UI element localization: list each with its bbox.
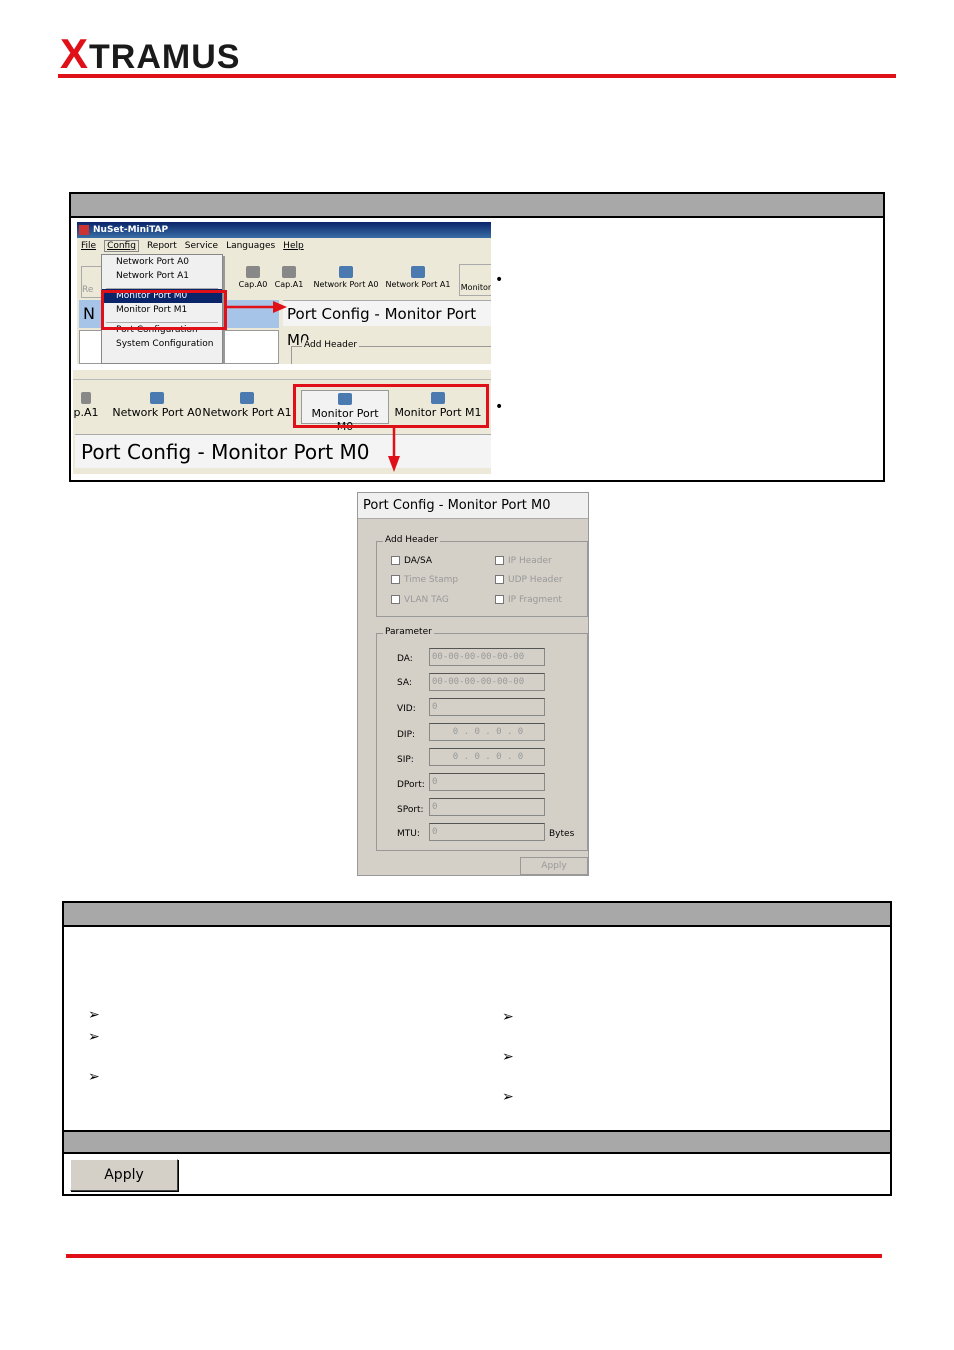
xtramus-logo: XTRAMUS: [60, 30, 241, 77]
checkbox-vlan-tag[interactable]: VLAN TAG: [391, 595, 449, 605]
input-sport[interactable]: 0: [429, 798, 545, 816]
section-box-2-subheader: [64, 1130, 890, 1154]
checkbox-ip-fragment[interactable]: IP Fragment: [495, 595, 562, 605]
parameter-group: Parameter DA: 00-00-00-00-00-00 SA: 00-0…: [376, 627, 588, 851]
red-arrow-right: [225, 301, 287, 313]
toolbar-cap-a1[interactable]: Cap.A1: [271, 266, 307, 296]
toolbar-monitor[interactable]: Monitor: [459, 264, 491, 296]
bullet-arrow-4: ➢: [502, 1009, 514, 1025]
label-da: DA:: [397, 654, 413, 664]
bullet-arrow-5: ➢: [502, 1049, 514, 1065]
input-sa[interactable]: 00-00-00-00-00-00: [429, 673, 545, 691]
label-sip: SIP:: [397, 755, 414, 765]
app-screenshot-toolbar: p.A1 Network Port A0 Network Port A1 Mon…: [73, 370, 491, 474]
section-box-1-header: [71, 194, 883, 218]
add-header-group: Add Header DA/SA IP Header Time Stamp UD…: [376, 535, 588, 617]
menu-report[interactable]: Report: [147, 241, 177, 251]
toolbar-network-port-a1[interactable]: Network Port A1: [383, 266, 453, 296]
label-dip: DIP:: [397, 730, 416, 740]
label-dport: DPort:: [397, 780, 425, 790]
dropdown-system-configuration[interactable]: System Configuration: [102, 337, 222, 351]
highlight-box-toolbar: [293, 384, 489, 428]
port-config-panel: Port Config - Monitor Port M0 Add Header…: [357, 492, 589, 876]
bullet-2: •: [495, 399, 504, 415]
footer-rule: [66, 1254, 882, 1258]
input-dip[interactable]: 0 . 0 . 0 . 0: [429, 723, 545, 741]
label-mtu: MTU:: [397, 829, 420, 839]
network-port-icon: [339, 266, 353, 278]
network-port-icon: [240, 392, 254, 404]
bytes-label: Bytes: [549, 829, 575, 839]
section-box-2: ➢ ➢ ➢ ➢ ➢ ➢ Apply: [62, 901, 892, 1196]
checkbox-udp-header[interactable]: UDP Header: [495, 575, 563, 585]
apply-button[interactable]: Apply: [70, 1159, 178, 1191]
network-port-icon: [150, 392, 164, 404]
menu-file[interactable]: File: [81, 241, 96, 251]
checkbox-time-stamp[interactable]: Time Stamp: [391, 575, 458, 585]
menu-help[interactable]: Help: [283, 241, 304, 251]
checkbox-ip-header[interactable]: IP Header: [495, 556, 552, 566]
capture-icon: [81, 392, 91, 404]
input-sip[interactable]: 0 . 0 . 0 . 0: [429, 748, 545, 766]
bullet-arrow-6: ➢: [502, 1089, 514, 1105]
bullet-arrow-1: ➢: [88, 1007, 100, 1023]
input-da[interactable]: 00-00-00-00-00-00: [429, 648, 545, 666]
header-rule: [58, 74, 896, 78]
app-screenshot-menu: NuSet-MiniTAP File Config Report Service Lan…: [77, 222, 491, 364]
toolbar-cap-a0[interactable]: Cap.A0: [233, 266, 273, 296]
red-arrow-down: [388, 428, 400, 472]
port-config-title-small: Port Config - Monitor Port M0: [283, 300, 491, 349]
capture-icon: [282, 266, 296, 278]
section-box-2-header: [64, 903, 890, 927]
menu-languages[interactable]: Languages: [226, 241, 275, 251]
dropdown-network-port-a0[interactable]: Network Port A0: [102, 255, 222, 269]
bullet-1: •: [495, 272, 504, 288]
label-sport: SPort:: [397, 805, 424, 815]
section-box-1: NuSet-MiniTAP File Config Report Service Lan…: [69, 192, 885, 482]
toolbar-cut-button[interactable]: Re: [81, 266, 103, 298]
toolbar-cut-cap-a1[interactable]: p.A1: [73, 392, 99, 419]
app-icon: [79, 225, 89, 235]
panel-apply-button[interactable]: Apply: [520, 857, 588, 875]
capture-icon: [246, 266, 260, 278]
input-dport[interactable]: 0: [429, 773, 545, 791]
add-header-group-small: Add Header: [291, 340, 491, 364]
input-vid[interactable]: 0: [429, 698, 545, 716]
toolbar-large-network-port-a0[interactable]: Network Port A0: [111, 392, 203, 419]
menu-config[interactable]: Config: [104, 240, 139, 252]
label-vid: VID:: [397, 704, 416, 714]
toolbar-large-network-port-a1[interactable]: Network Port A1: [201, 392, 293, 419]
highlight-box-menu: [101, 290, 227, 330]
port-config-title-large: Port Config - Monitor Port M0: [75, 434, 491, 468]
input-mtu[interactable]: 0: [429, 823, 545, 841]
label-sa: SA:: [397, 678, 412, 688]
menu-service[interactable]: Service: [185, 241, 218, 251]
dropdown-network-port-a1[interactable]: Network Port A1: [102, 269, 222, 283]
menu-bar: File Config Report Service Languages Help: [77, 238, 491, 254]
app-title-bar: NuSet-MiniTAP: [77, 222, 491, 238]
bullet-arrow-3: ➢: [88, 1069, 100, 1085]
checkbox-da-sa[interactable]: DA/SA: [391, 556, 432, 566]
panel-title: Port Config - Monitor Port M0: [358, 493, 588, 519]
network-port-icon: [411, 266, 425, 278]
toolbar-network-port-a0[interactable]: Network Port A0: [311, 266, 381, 296]
bullet-arrow-2: ➢: [88, 1029, 100, 1045]
